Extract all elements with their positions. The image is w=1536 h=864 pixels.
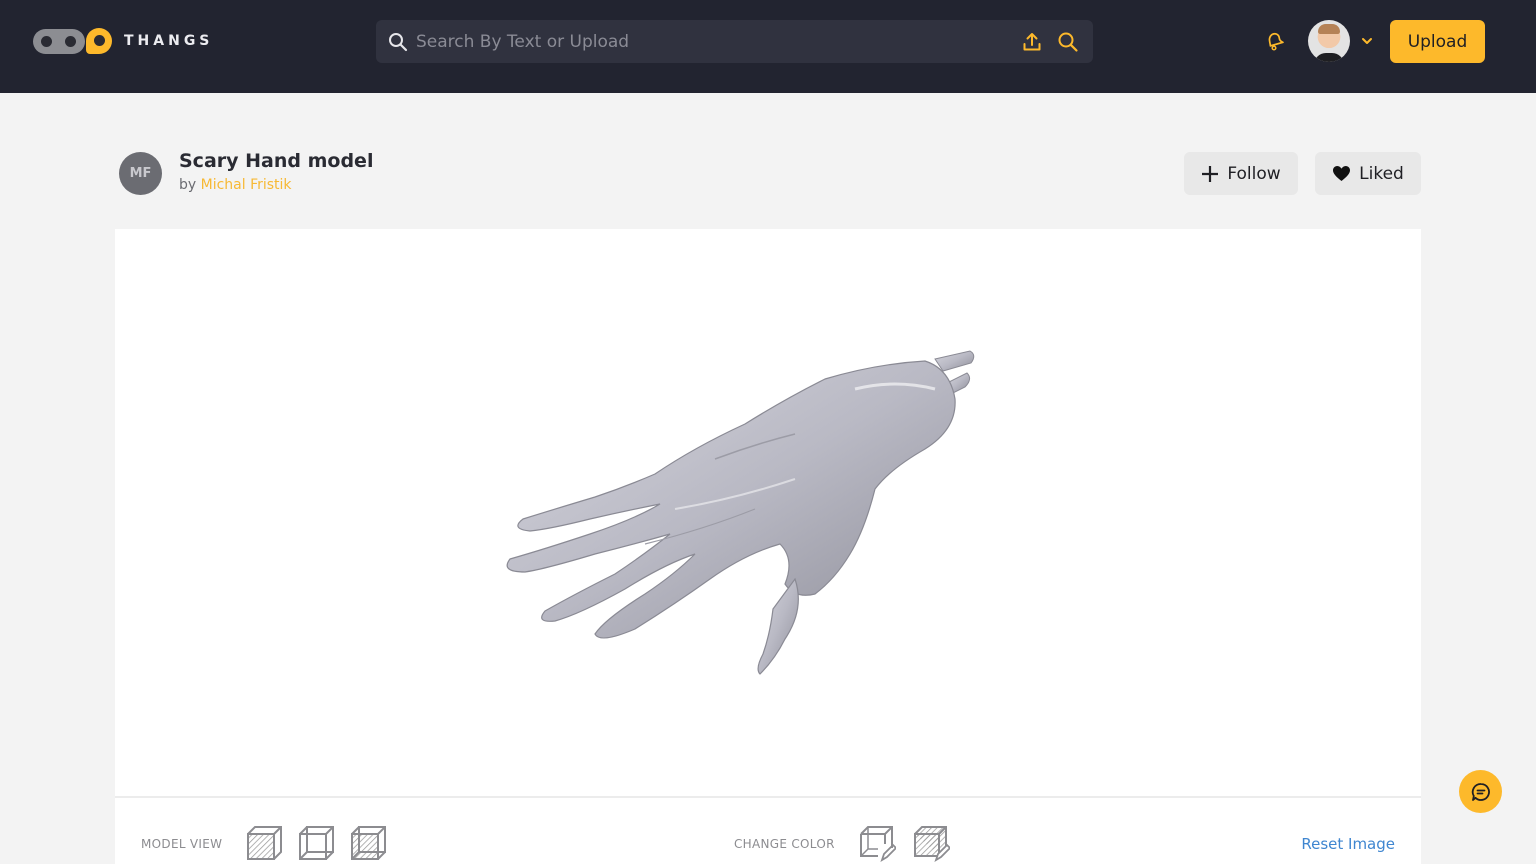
author-byline: by Michal Fristik: [179, 177, 292, 193]
logo-pin-icon: [86, 28, 112, 54]
reset-image-link[interactable]: Reset Image: [1301, 835, 1395, 853]
search-bar: [376, 20, 1093, 63]
heart-icon: [1333, 165, 1351, 182]
follow-button[interactable]: Follow: [1184, 152, 1298, 195]
chat-icon: [1471, 782, 1490, 801]
upload-button[interactable]: Upload: [1390, 20, 1485, 63]
bell-icon[interactable]: [1264, 30, 1286, 52]
model-viewer[interactable]: [115, 229, 1421, 796]
logo-mark-icon: [33, 28, 85, 54]
hand-model-render[interactable]: [495, 339, 995, 689]
search-icon: [389, 32, 408, 51]
thangs-logo[interactable]: THANGS: [33, 28, 213, 54]
chevron-down-icon[interactable]: [1360, 34, 1374, 48]
model-title: Scary Hand model: [179, 150, 374, 172]
upload-icon[interactable]: [1021, 31, 1043, 53]
liked-button[interactable]: Liked: [1315, 152, 1421, 195]
model-view-label: MODEL VIEW: [141, 837, 223, 851]
top-bar: THANGS Upload: [0, 0, 1536, 93]
user-avatar[interactable]: [1308, 20, 1350, 62]
follow-label: Follow: [1227, 163, 1281, 184]
change-color-label: CHANGE COLOR: [734, 837, 835, 851]
search-input[interactable]: [416, 31, 1021, 52]
xray-view-icon[interactable]: [349, 824, 387, 862]
wireframe-view-icon[interactable]: [297, 824, 335, 862]
liked-label: Liked: [1359, 163, 1404, 184]
shaded-view-icon[interactable]: [245, 824, 283, 862]
viewer-toolbar: MODEL VIEW CHANGE COLOR Reset Image: [115, 796, 1421, 864]
plus-icon: [1202, 165, 1219, 182]
wireframe-color-icon[interactable]: [858, 824, 896, 862]
shaded-color-icon[interactable]: [912, 824, 950, 862]
chat-button[interactable]: [1459, 770, 1502, 813]
by-prefix: by: [179, 177, 197, 193]
author-avatar[interactable]: MF: [119, 152, 162, 195]
logo-text: THANGS: [124, 33, 214, 49]
search-submit-icon[interactable]: [1057, 31, 1079, 53]
author-link[interactable]: Michal Fristik: [201, 177, 292, 193]
